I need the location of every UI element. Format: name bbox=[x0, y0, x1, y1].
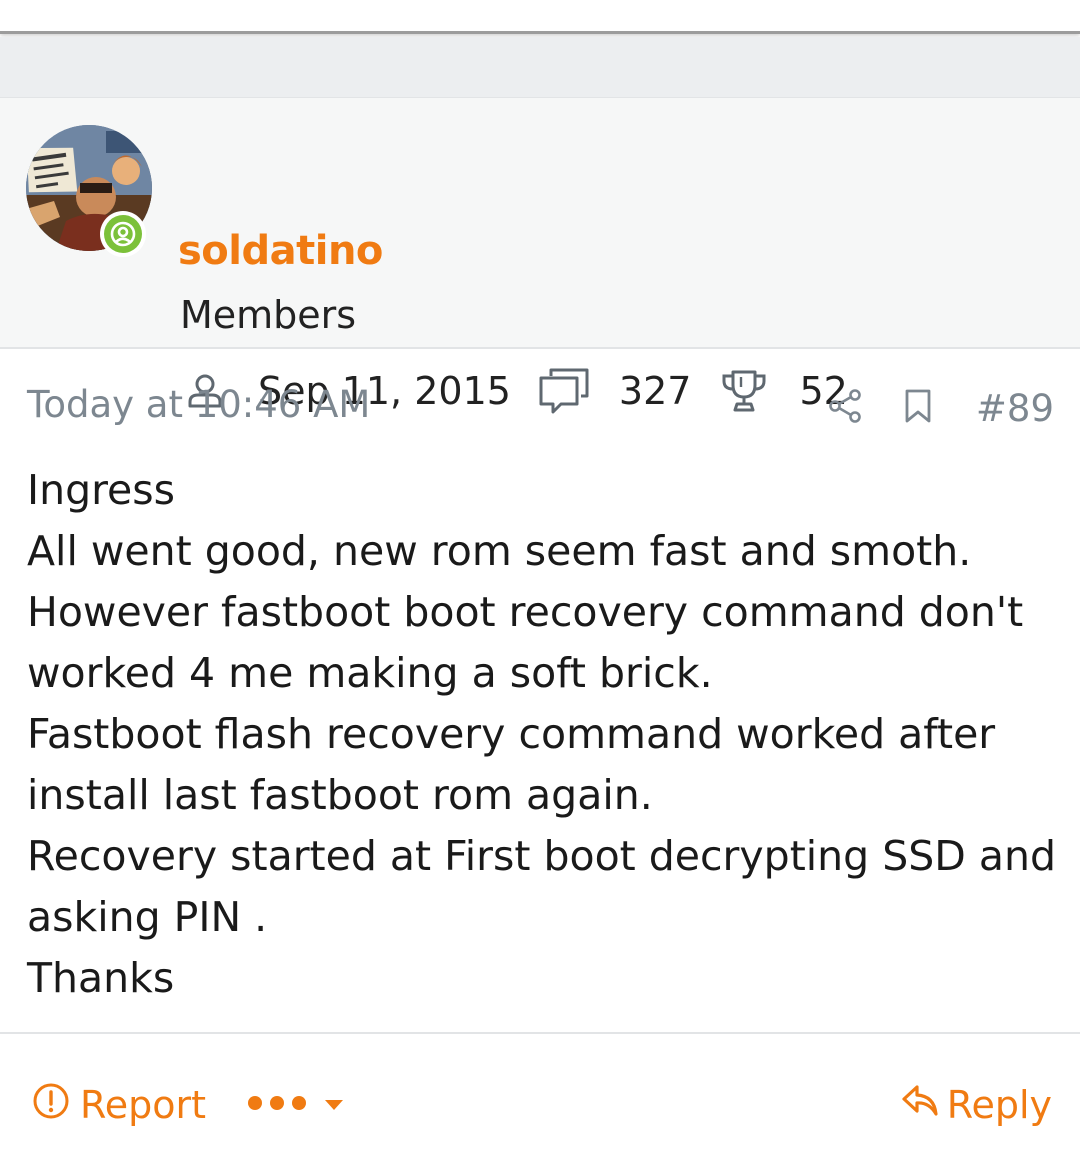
post-body-line: install last fastboot rom again. bbox=[27, 771, 653, 819]
post-date-link[interactable]: Today at 10:46 AM bbox=[27, 383, 370, 426]
author-panel: soldatino Members Sep 11, 2015 327 52 bbox=[0, 97, 1080, 414]
user-title: Members bbox=[180, 293, 357, 337]
post-body-line: All went good, new rom seem fast and smo… bbox=[27, 527, 972, 575]
bookmark-icon[interactable] bbox=[904, 388, 932, 428]
post-body-line: worked 4 me making a soft brick. bbox=[27, 649, 713, 697]
reply-button[interactable]: Reply bbox=[901, 1080, 1052, 1130]
trophy-icon[interactable] bbox=[721, 369, 767, 413]
post-body-line: However fastboot boot recovery command d… bbox=[27, 588, 1024, 636]
report-button[interactable]: Report bbox=[32, 1080, 206, 1130]
reply-arrow-icon bbox=[901, 1083, 939, 1127]
reply-label: Reply bbox=[946, 1083, 1052, 1127]
post-body-line: Fastboot flash recovery command worked a… bbox=[27, 710, 996, 758]
more-options-button[interactable] bbox=[246, 1080, 344, 1130]
caret-down-icon bbox=[324, 1096, 344, 1115]
post-body-line: asking PIN . bbox=[27, 893, 268, 941]
post-actions: #89 bbox=[828, 385, 1054, 431]
post-number-link[interactable]: #89 bbox=[976, 387, 1054, 430]
share-icon[interactable] bbox=[828, 388, 864, 428]
avatar-container[interactable] bbox=[26, 125, 152, 257]
comments-icon[interactable] bbox=[539, 368, 589, 414]
top-bar bbox=[0, 0, 1080, 34]
online-badge bbox=[100, 211, 146, 257]
post-body-line: Ingress bbox=[27, 466, 176, 514]
post-body-line: Thanks bbox=[27, 954, 175, 1002]
section-gap bbox=[0, 37, 1080, 97]
user-circle-icon bbox=[110, 221, 136, 247]
report-label: Report bbox=[80, 1083, 206, 1127]
footer-divider bbox=[0, 1032, 1080, 1034]
warning-circle-icon bbox=[32, 1082, 70, 1129]
messages-count: 327 bbox=[618, 369, 692, 413]
post-body: Ingress All went good, new rom seem fast … bbox=[27, 460, 1057, 1009]
username-link[interactable]: soldatino bbox=[178, 228, 383, 274]
more-dots-icon bbox=[246, 1093, 312, 1117]
post-body-line: Recovery started at First boot decryptin… bbox=[27, 832, 1057, 880]
